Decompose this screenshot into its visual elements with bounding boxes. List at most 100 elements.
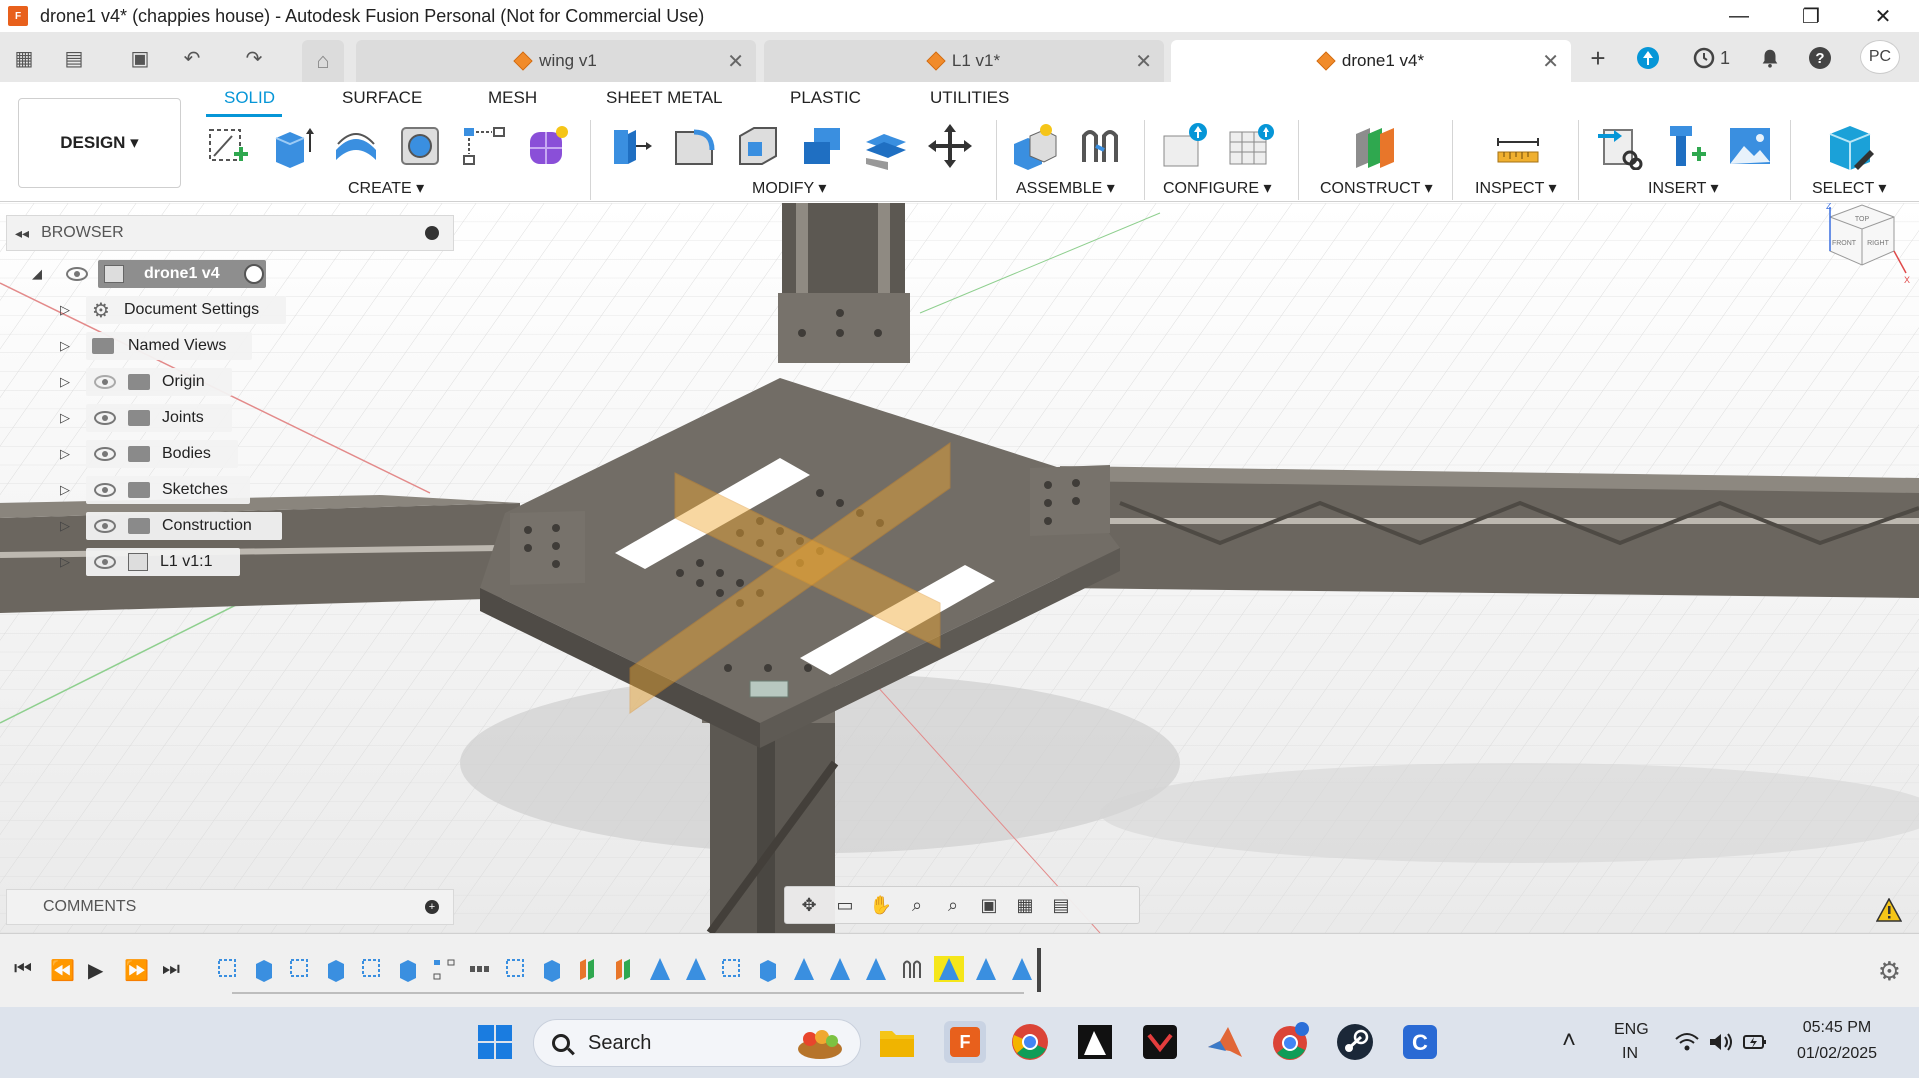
visibility-eye-icon[interactable]	[94, 411, 116, 425]
browser-item-sketches[interactable]: ▷ Sketches	[56, 476, 296, 504]
save-icon[interactable]: ▣	[126, 44, 154, 72]
taskbar-search-box[interactable]: Search	[533, 1019, 861, 1067]
battery-charging-icon[interactable]	[1742, 1031, 1768, 1053]
insert-mcmaster-icon[interactable]	[1662, 122, 1710, 170]
expand-triangle-icon[interactable]: ▷	[60, 374, 70, 390]
insert-derive-icon[interactable]	[1596, 122, 1644, 170]
close-window-button[interactable]: ✕	[1847, 0, 1919, 32]
revolve-icon[interactable]	[332, 122, 380, 170]
timeline-extrude-icon[interactable]	[756, 956, 780, 982]
activate-component-radio-icon[interactable]	[244, 264, 264, 284]
new-component-icon[interactable]	[1010, 122, 1058, 170]
inspect-group-label[interactable]: INSPECT ▾	[1475, 178, 1557, 198]
warning-icon[interactable]	[1876, 898, 1902, 922]
combine-icon[interactable]	[798, 122, 846, 170]
browser-item-construction[interactable]: ▷ Construction	[56, 512, 306, 540]
comments-panel-header[interactable]: COMMENTS +	[6, 889, 454, 925]
workspace-switcher-button[interactable]: DESIGN ▾	[18, 98, 181, 188]
help-icon[interactable]: ?	[1806, 44, 1834, 72]
timeline-sketch-icon[interactable]	[504, 956, 528, 982]
create-group-label[interactable]: CREATE ▾	[348, 178, 424, 198]
browser-item-origin[interactable]: ▷ Origin	[56, 368, 296, 396]
timeline-mirror-icon[interactable]	[648, 956, 672, 982]
clock-date[interactable]: 01/02/2025	[1782, 1045, 1892, 1063]
collapse-triangle-icon[interactable]: ◢	[32, 266, 42, 282]
assemble-group-label[interactable]: ASSEMBLE ▾	[1016, 178, 1115, 198]
timeline-plane-icon[interactable]	[612, 956, 636, 982]
redo-icon[interactable]: ↷	[240, 44, 268, 72]
press-pull-icon[interactable]	[606, 122, 654, 170]
orbit-icon[interactable]: ✥	[795, 893, 823, 917]
expand-triangle-icon[interactable]: ▷	[60, 302, 70, 318]
viewcube-front-label[interactable]: FRONT	[1832, 240, 1857, 247]
visibility-eye-icon[interactable]	[66, 267, 88, 281]
fusion-taskbar-icon[interactable]: F	[944, 1021, 986, 1063]
viewcube-right-label[interactable]: RIGHT	[1867, 240, 1890, 247]
language-code[interactable]: ENG	[1614, 1021, 1649, 1039]
minimize-button[interactable]: —	[1703, 0, 1775, 32]
new-tab-button[interactable]: +	[1584, 43, 1612, 73]
close-tab-icon[interactable]: ✕	[1135, 49, 1152, 74]
close-tab-icon[interactable]: ✕	[1542, 49, 1559, 74]
timeline-selected-mirror-icon[interactable]	[934, 956, 964, 982]
extrude-icon[interactable]	[268, 122, 316, 170]
expand-triangle-icon[interactable]: ▷	[60, 446, 70, 462]
insert-group-label[interactable]: INSERT ▾	[1648, 178, 1719, 198]
timeline-sketch-icon[interactable]	[360, 956, 384, 982]
pan-hand-icon[interactable]: ✋	[867, 893, 895, 917]
fit-zoom-icon[interactable]: ⌕	[939, 893, 967, 917]
modify-group-label[interactable]: MODIFY ▾	[752, 178, 826, 198]
user-avatar[interactable]: PC	[1860, 40, 1900, 74]
language-region[interactable]: IN	[1622, 1045, 1638, 1063]
offset-face-icon[interactable]	[862, 122, 910, 170]
display-settings-icon[interactable]: ▣	[975, 893, 1003, 917]
play-icon[interactable]: ▶	[88, 958, 103, 983]
timeline-joint-icon[interactable]	[900, 956, 924, 982]
go-to-start-icon[interactable]: ⏮	[14, 958, 32, 981]
pattern-icon[interactable]	[460, 122, 508, 170]
expand-triangle-icon[interactable]: ▷	[60, 518, 70, 534]
tab-surface[interactable]: SURFACE	[342, 88, 422, 108]
timeline-mirror-icon[interactable]	[792, 956, 816, 982]
file-explorer-icon[interactable]	[876, 1021, 918, 1063]
timeline-settings-gear-icon[interactable]: ⚙	[1878, 956, 1901, 987]
expand-triangle-icon[interactable]: ▷	[60, 554, 70, 570]
tab-sheet-metal[interactable]: SHEET METAL	[606, 88, 723, 108]
select-icon[interactable]	[1824, 122, 1876, 174]
visibility-eye-icon[interactable]	[94, 483, 116, 497]
tray-overflow-chevron-icon[interactable]: ˄	[1562, 1027, 1576, 1055]
form-icon[interactable]	[524, 122, 572, 170]
tab-drone1-v4[interactable]: drone1 v4* ✕	[1171, 40, 1571, 82]
hole-icon[interactable]	[396, 122, 444, 170]
timeline-sketch-icon[interactable]	[216, 956, 240, 982]
visibility-eye-icon[interactable]	[94, 555, 116, 569]
timeline-sketch-icon[interactable]	[720, 956, 744, 982]
insert-canvas-icon[interactable]	[1726, 122, 1774, 170]
timeline-marker[interactable]	[1037, 948, 1041, 992]
browser-panel-header[interactable]: ◂◂ BROWSER	[6, 215, 454, 251]
timeline-mirror-icon[interactable]	[828, 956, 852, 982]
configure-icon[interactable]	[1160, 122, 1208, 170]
viewcube-top-label[interactable]: TOP	[1855, 216, 1870, 223]
offset-plane-icon[interactable]	[1352, 122, 1400, 170]
collapse-panel-icon[interactable]: ◂◂	[15, 225, 29, 242]
browser-item-joints[interactable]: ▷ Joints	[56, 404, 296, 432]
tab-mesh[interactable]: MESH	[488, 88, 537, 108]
joint-icon[interactable]	[1076, 122, 1124, 170]
timeline-extrude-icon[interactable]	[540, 956, 564, 982]
undo-icon[interactable]: ↶	[178, 44, 206, 72]
configuration-table-icon[interactable]	[1226, 122, 1274, 170]
expand-triangle-icon[interactable]: ▷	[60, 482, 70, 498]
zoom-icon[interactable]: ⌕	[903, 893, 931, 917]
measure-icon[interactable]	[1494, 122, 1542, 170]
timeline-extrude-icon[interactable]	[396, 956, 420, 982]
browser-root-row[interactable]: ◢ drone1 v4	[30, 260, 290, 288]
viewcube[interactable]: TOP FRONT RIGHT Z X	[1810, 203, 1910, 287]
browser-item-document-settings[interactable]: ▷ ⚙ Document Settings	[56, 296, 296, 324]
timeline-mirror-icon[interactable]	[1010, 956, 1034, 982]
select-group-label[interactable]: SELECT ▾	[1812, 178, 1886, 198]
grid-settings-icon[interactable]: ▦	[1011, 893, 1039, 917]
app-blue-c-icon[interactable]: C	[1399, 1021, 1441, 1063]
notifications-bell-icon[interactable]	[1756, 44, 1784, 72]
chrome-profile-icon[interactable]	[1269, 1021, 1311, 1063]
